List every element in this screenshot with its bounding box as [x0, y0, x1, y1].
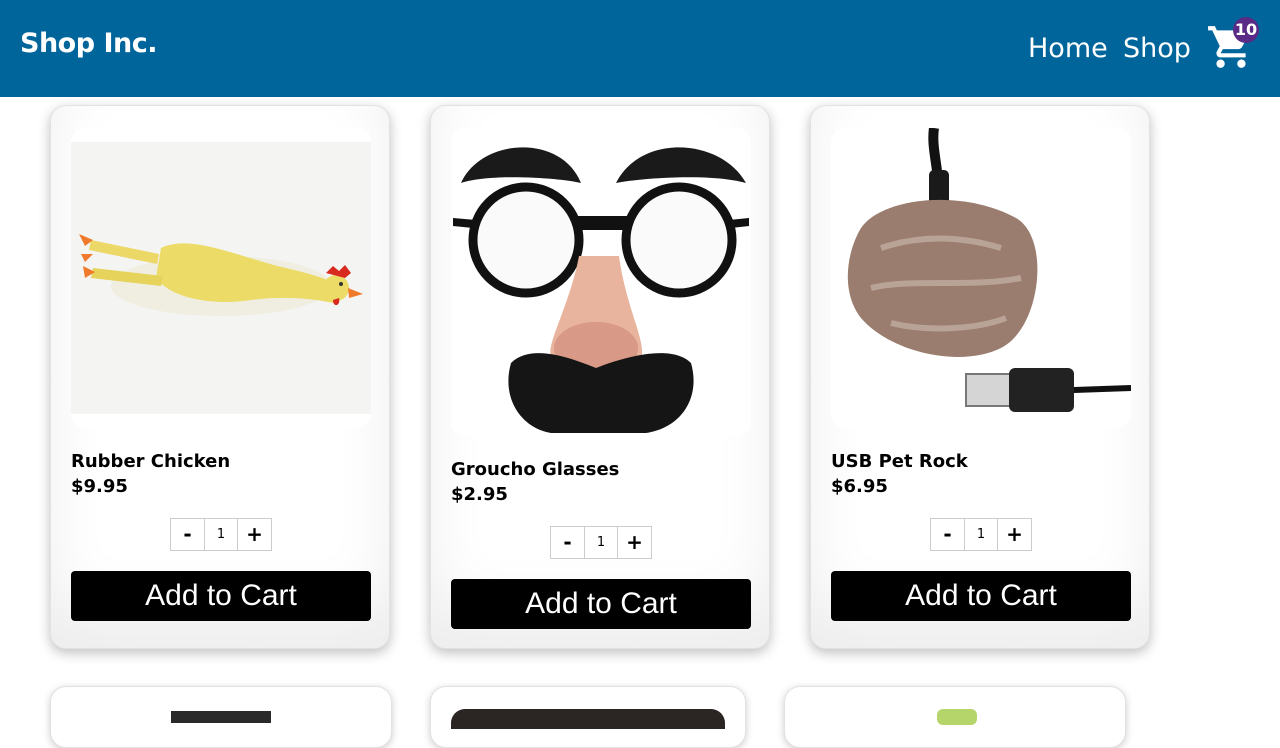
product-image[interactable] — [71, 128, 371, 428]
quantity-stepper: - 1 + — [170, 518, 272, 551]
brand-logo[interactable]: Shop Inc. — [20, 28, 157, 59]
rubber-chicken-image — [71, 142, 371, 414]
product-name[interactable]: Rubber Chicken — [71, 451, 230, 472]
product-card — [50, 686, 392, 748]
product-image[interactable] — [451, 709, 725, 729]
product-name[interactable]: USB Pet Rock — [831, 451, 968, 472]
product-card: Groucho Glasses $2.95 - 1 + Add to Cart — [430, 105, 770, 649]
quantity-stepper: - 1 + — [930, 518, 1032, 551]
quantity-stepper: - 1 + — [550, 526, 652, 559]
product-card — [784, 686, 1126, 748]
product-price: $6.95 — [831, 476, 888, 497]
add-to-cart-button[interactable]: Add to Cart — [831, 571, 1131, 621]
increase-qty-button[interactable]: + — [617, 527, 651, 558]
decrease-qty-button[interactable]: - — [171, 519, 205, 550]
quantity-value[interactable]: 1 — [205, 519, 237, 550]
product-card: Rubber Chicken $9.95 - 1 + Add to Cart — [50, 105, 390, 649]
product-image[interactable] — [451, 128, 751, 436]
product-price: $9.95 — [71, 476, 128, 497]
decrease-qty-button[interactable]: - — [551, 527, 585, 558]
product-card — [430, 686, 746, 748]
product-card: USB Pet Rock $6.95 - 1 + Add to Cart — [810, 105, 1150, 649]
product-name[interactable]: Groucho Glasses — [451, 459, 619, 480]
quantity-value[interactable]: 1 — [585, 527, 617, 558]
quantity-value[interactable]: 1 — [965, 519, 997, 550]
product-price: $2.95 — [451, 484, 508, 505]
nav-shop-link[interactable]: Shop — [1123, 33, 1191, 64]
product-image[interactable] — [831, 128, 1131, 428]
add-to-cart-button[interactable]: Add to Cart — [451, 579, 751, 629]
increase-qty-button[interactable]: + — [237, 519, 271, 550]
usb-pet-rock-image — [831, 128, 1131, 428]
nav-home-link[interactable]: Home — [1028, 33, 1108, 64]
product-image[interactable] — [171, 711, 271, 723]
top-bar: Shop Inc. Home Shop 10 — [0, 0, 1280, 97]
add-to-cart-button[interactable]: Add to Cart — [71, 571, 371, 621]
cart-count-badge: 10 — [1233, 17, 1259, 43]
increase-qty-button[interactable]: + — [997, 519, 1031, 550]
groucho-glasses-image — [451, 128, 751, 436]
product-image[interactable] — [937, 709, 977, 725]
decrease-qty-button[interactable]: - — [931, 519, 965, 550]
